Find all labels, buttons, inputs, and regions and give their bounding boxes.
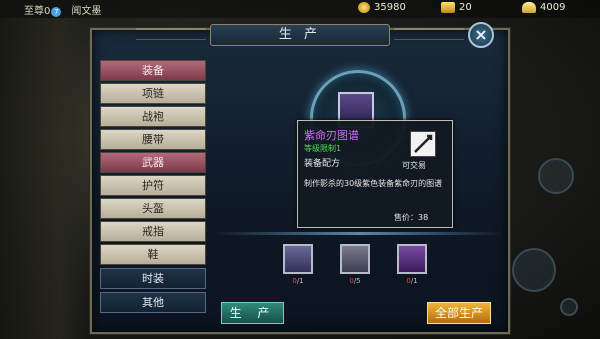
dagger-material-icon[interactable] [283,244,313,274]
tooltip-description: 制作影杀的30级紫色装备紫命刃的图谱 [304,179,443,188]
player-rank: 至尊0 7 [24,2,62,17]
category-necklace[interactable]: 项链 [100,83,206,104]
close-icon[interactable]: × [468,22,494,48]
produce-button[interactable]: 生 产 [221,302,284,324]
category-shoes[interactable]: 鞋 [100,244,206,265]
ingots-display: 4009 [522,2,565,13]
player-info: 至尊0 7 闻文墨 [24,2,101,17]
skill-shortcut-1[interactable] [538,158,574,194]
category-belt[interactable]: 腰带 [100,129,206,150]
category-other[interactable]: 其他 [100,292,206,313]
tooltip-tradable: 可交易 [402,161,426,170]
category-fashion[interactable]: 时装 [100,268,206,289]
gold-display: 20 [441,2,472,13]
header-ornament-right [394,28,464,40]
skill-shortcut-3[interactable] [560,298,578,316]
player-name: 闻文墨 [71,6,102,17]
material-count-3: 0/1 [406,277,418,285]
glow-divider [214,232,504,235]
window-title: 生 产 [210,24,390,46]
ingots-value: 4009 [540,2,566,13]
category-robe[interactable]: 战袍 [100,106,206,127]
item-tooltip: 紫命刃图谱 等级限制1 装备配方 可交易 制作影杀的30级紫色装备紫命刃的图谱 … [297,120,453,228]
material-count-2: 0/5 [349,277,361,285]
gold-icon [441,2,455,13]
tooltip-item-type: 装备配方 [304,159,341,169]
tooltip-price: 售价：38 [394,213,429,222]
gold-value: 20 [459,2,472,13]
material-count-1: 0/1 [292,277,304,285]
gem-material-icon[interactable] [397,244,427,274]
header-ornament-left [136,28,206,40]
ingot-icon [522,2,536,13]
category-ring[interactable]: 戒指 [100,221,206,242]
tooltip-level-requirement: 等级限制1 [304,144,342,153]
coins-value: 35980 [374,2,406,13]
produce-all-button[interactable]: 全部生产 [427,302,491,324]
background-scene [0,18,86,339]
category-amulet[interactable]: 护符 [100,175,206,196]
tooltip-item-name: 紫命刃图谱 [304,129,359,142]
ore-material-icon[interactable] [340,244,370,274]
category-helmet[interactable]: 头盔 [100,198,206,219]
category-equipment[interactable]: 装备 [100,60,206,81]
vip-badge-icon: 7 [51,7,62,17]
coins-display: 35980 [358,2,406,13]
category-weapon[interactable]: 武器 [100,152,206,173]
coin-icon [358,2,370,13]
skill-shortcut-2[interactable] [512,248,556,292]
recipe-scroll-icon [410,131,436,157]
